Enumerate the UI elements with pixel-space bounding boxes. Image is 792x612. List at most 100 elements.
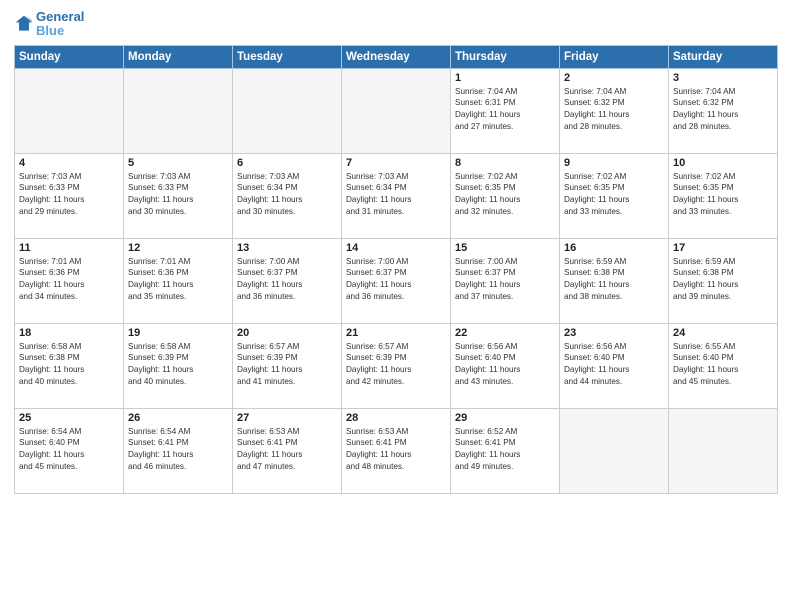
calendar-cell: 2 Sunrise: 7:04 AMSunset: 6:32 PMDaylight… — [560, 68, 669, 153]
calendar-cell: 13 Sunrise: 7:00 AMSunset: 6:37 PMDayligh… — [233, 238, 342, 323]
header: General Blue — [14, 10, 778, 39]
logo: General Blue — [14, 10, 84, 39]
calendar-cell — [15, 68, 124, 153]
day-info: Sunrise: 6:56 AMSunset: 6:40 PMDaylight:… — [455, 341, 555, 389]
day-number: 15 — [455, 242, 555, 254]
calendar-cell: 24Sunrise: 6:55 AMSunset: 6:40 PMDayligh… — [669, 323, 778, 408]
day-number: 1 — [455, 72, 555, 84]
calendar-cell: 25 Sunrise: 6:54 AMSunset: 6:40 PMDayligh… — [15, 408, 124, 493]
day-number: 19 — [128, 327, 228, 339]
day-number: 10 — [673, 157, 773, 169]
calendar-cell — [669, 408, 778, 493]
calendar-cell: 8 Sunrise: 7:02 AMSunset: 6:35 PMDaylight… — [451, 153, 560, 238]
day-info: Sunrise: 6:57 AMSunset: 6:39 PMDaylight:… — [346, 341, 446, 389]
day-info: Sunrise: 7:02 AMSunset: 6:35 PMDaylight:… — [455, 171, 555, 219]
calendar-cell: 7 Sunrise: 7:03 AMSunset: 6:34 PMDaylight… — [342, 153, 451, 238]
day-info: Sunrise: 6:59 AMSunset: 6:38 PMDaylight:… — [564, 256, 664, 304]
day-info: Sunrise: 7:03 AMSunset: 6:34 PMDaylight:… — [237, 171, 337, 219]
day-number: 28 — [346, 412, 446, 424]
calendar-cell: 5 Sunrise: 7:03 AMSunset: 6:33 PMDaylight… — [124, 153, 233, 238]
calendar-cell: 26 Sunrise: 6:54 AMSunset: 6:41 PMDayligh… — [124, 408, 233, 493]
calendar-cell: 10 Sunrise: 7:02 AMSunset: 6:35 PMDayligh… — [669, 153, 778, 238]
day-number: 21 — [346, 327, 446, 339]
calendar-cell: 4 Sunrise: 7:03 AMSunset: 6:33 PMDaylight… — [15, 153, 124, 238]
day-number: 23 — [564, 327, 664, 339]
week-row-3: 18 Sunrise: 6:58 AMSunset: 6:38 PMDayligh… — [15, 323, 778, 408]
week-row-1: 4 Sunrise: 7:03 AMSunset: 6:33 PMDaylight… — [15, 153, 778, 238]
calendar-header-row: SundayMondayTuesdayWednesdayThursdayFrid… — [15, 45, 778, 68]
day-info: Sunrise: 6:52 AMSunset: 6:41 PMDaylight:… — [455, 426, 555, 474]
calendar-cell — [342, 68, 451, 153]
logo-text: General Blue — [36, 10, 84, 39]
day-number: 4 — [19, 157, 119, 169]
week-row-2: 11 Sunrise: 7:01 AMSunset: 6:36 PMDayligh… — [15, 238, 778, 323]
day-info: Sunrise: 7:00 AMSunset: 6:37 PMDaylight:… — [237, 256, 337, 304]
day-number: 11 — [19, 242, 119, 254]
calendar-cell: 9 Sunrise: 7:02 AMSunset: 6:35 PMDaylight… — [560, 153, 669, 238]
calendar-cell: 29 Sunrise: 6:52 AMSunset: 6:41 PMDayligh… — [451, 408, 560, 493]
day-number: 18 — [19, 327, 119, 339]
day-info: Sunrise: 6:53 AMSunset: 6:41 PMDaylight:… — [237, 426, 337, 474]
day-number: 7 — [346, 157, 446, 169]
day-number: 17 — [673, 242, 773, 254]
day-number: 3 — [673, 72, 773, 84]
day-info: Sunrise: 7:03 AMSunset: 6:33 PMDaylight:… — [128, 171, 228, 219]
calendar-cell: 18 Sunrise: 6:58 AMSunset: 6:38 PMDayligh… — [15, 323, 124, 408]
calendar-cell: 23 Sunrise: 6:56 AMSunset: 6:40 PMDayligh… — [560, 323, 669, 408]
col-header-thursday: Thursday — [451, 45, 560, 68]
calendar-cell — [560, 408, 669, 493]
day-info: Sunrise: 6:59 AMSunset: 6:38 PMDaylight:… — [673, 256, 773, 304]
logo-icon — [14, 14, 34, 34]
day-number: 25 — [19, 412, 119, 424]
calendar-cell: 14 Sunrise: 7:00 AMSunset: 6:37 PMDayligh… — [342, 238, 451, 323]
calendar-cell: 11 Sunrise: 7:01 AMSunset: 6:36 PMDayligh… — [15, 238, 124, 323]
day-info: Sunrise: 6:58 AMSunset: 6:39 PMDaylight:… — [128, 341, 228, 389]
day-number: 29 — [455, 412, 555, 424]
day-info: Sunrise: 7:00 AMSunset: 6:37 PMDaylight:… — [455, 256, 555, 304]
day-info: Sunrise: 7:01 AMSunset: 6:36 PMDaylight:… — [128, 256, 228, 304]
day-info: Sunrise: 7:03 AMSunset: 6:34 PMDaylight:… — [346, 171, 446, 219]
day-number: 20 — [237, 327, 337, 339]
day-info: Sunrise: 7:02 AMSunset: 6:35 PMDaylight:… — [564, 171, 664, 219]
day-number: 9 — [564, 157, 664, 169]
day-number: 12 — [128, 242, 228, 254]
day-info: Sunrise: 6:58 AMSunset: 6:38 PMDaylight:… — [19, 341, 119, 389]
day-number: 2 — [564, 72, 664, 84]
day-number: 14 — [346, 242, 446, 254]
day-number: 24 — [673, 327, 773, 339]
week-row-4: 25 Sunrise: 6:54 AMSunset: 6:40 PMDayligh… — [15, 408, 778, 493]
day-info: Sunrise: 7:02 AMSunset: 6:35 PMDaylight:… — [673, 171, 773, 219]
day-info: Sunrise: 6:56 AMSunset: 6:40 PMDaylight:… — [564, 341, 664, 389]
day-info: Sunrise: 7:00 AMSunset: 6:37 PMDaylight:… — [346, 256, 446, 304]
day-info: Sunrise: 7:04 AMSunset: 6:32 PMDaylight:… — [673, 86, 773, 134]
calendar-cell: 1Sunrise: 7:04 AMSunset: 6:31 PMDaylight… — [451, 68, 560, 153]
calendar-cell: 12 Sunrise: 7:01 AMSunset: 6:36 PMDayligh… — [124, 238, 233, 323]
day-info: Sunrise: 7:03 AMSunset: 6:33 PMDaylight:… — [19, 171, 119, 219]
day-info: Sunrise: 6:54 AMSunset: 6:40 PMDaylight:… — [19, 426, 119, 474]
calendar-cell: 28 Sunrise: 6:53 AMSunset: 6:41 PMDayligh… — [342, 408, 451, 493]
calendar-cell: 22 Sunrise: 6:56 AMSunset: 6:40 PMDayligh… — [451, 323, 560, 408]
day-number: 26 — [128, 412, 228, 424]
day-number: 5 — [128, 157, 228, 169]
day-info: Sunrise: 6:53 AMSunset: 6:41 PMDaylight:… — [346, 426, 446, 474]
day-info: Sunrise: 7:04 AMSunset: 6:32 PMDaylight:… — [564, 86, 664, 134]
calendar-cell: 15 Sunrise: 7:00 AMSunset: 6:37 PMDayligh… — [451, 238, 560, 323]
calendar-cell: 6 Sunrise: 7:03 AMSunset: 6:34 PMDaylight… — [233, 153, 342, 238]
day-info: Sunrise: 6:57 AMSunset: 6:39 PMDaylight:… — [237, 341, 337, 389]
day-info: Sunrise: 7:01 AMSunset: 6:36 PMDaylight:… — [19, 256, 119, 304]
day-number: 13 — [237, 242, 337, 254]
calendar: SundayMondayTuesdayWednesdayThursdayFrid… — [14, 45, 778, 494]
col-header-tuesday: Tuesday — [233, 45, 342, 68]
day-number: 8 — [455, 157, 555, 169]
calendar-cell: 27Sunrise: 6:53 AMSunset: 6:41 PMDayligh… — [233, 408, 342, 493]
calendar-cell — [124, 68, 233, 153]
day-number: 6 — [237, 157, 337, 169]
col-header-monday: Monday — [124, 45, 233, 68]
col-header-wednesday: Wednesday — [342, 45, 451, 68]
day-number: 16 — [564, 242, 664, 254]
day-info: Sunrise: 6:54 AMSunset: 6:41 PMDaylight:… — [128, 426, 228, 474]
col-header-friday: Friday — [560, 45, 669, 68]
calendar-cell: 21 Sunrise: 6:57 AMSunset: 6:39 PMDayligh… — [342, 323, 451, 408]
day-number: 22 — [455, 327, 555, 339]
calendar-cell: 20 Sunrise: 6:57 AMSunset: 6:39 PMDayligh… — [233, 323, 342, 408]
